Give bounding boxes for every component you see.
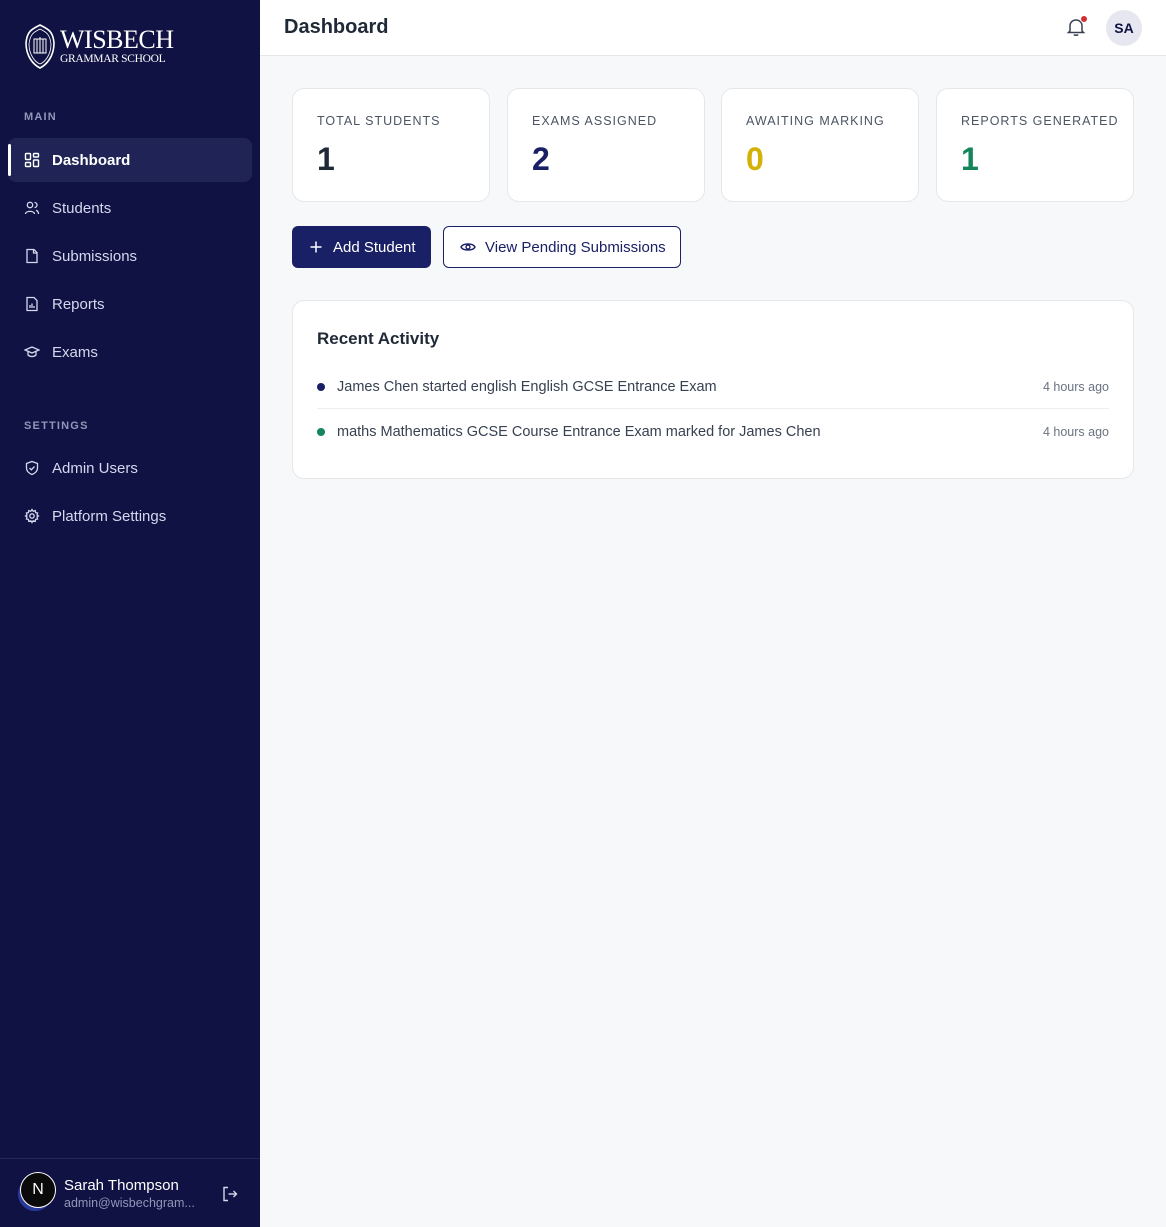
stat-card-exams-assigned: EXAMS ASSIGNED 2 (507, 88, 705, 202)
sidebar-item-admin-users[interactable]: Admin Users (8, 446, 252, 490)
sidebar-item-label: Dashboard (52, 151, 131, 169)
activity-dot (317, 382, 325, 391)
user-profile: N Sarah Thompson admin@wisbechgram... (0, 1158, 260, 1227)
user-avatar[interactable]: N (20, 1172, 56, 1208)
stat-value: 2 (532, 141, 550, 177)
page-title: Dashboard (284, 16, 389, 38)
stat-card-total-students: TOTAL STUDENTS 1 (292, 88, 490, 202)
stat-card-awaiting-marking: AWAITING MARKING 0 (721, 88, 919, 202)
sidebar-item-label: Reports (52, 295, 105, 313)
add-student-button[interactable]: Add Student (292, 226, 431, 268)
sidebar-item-label: Platform Settings (52, 507, 167, 525)
view-pending-submissions-button[interactable]: View Pending Submissions (443, 226, 681, 268)
recent-activity-title: Recent Activity (317, 329, 440, 348)
stat-card-reports-generated: REPORTS GENERATED 1 (936, 88, 1134, 202)
stat-label: REPORTS GENERATED (961, 114, 1119, 128)
add-student-label: Add Student (333, 238, 416, 256)
user-email: admin@wisbechgram... (64, 1196, 195, 1210)
sidebar-item-platform-settings[interactable]: Platform Settings (8, 494, 252, 538)
plus-icon (310, 241, 322, 253)
file-icon (26, 248, 38, 264)
stat-label: EXAMS ASSIGNED (532, 114, 658, 128)
stat-value: 1 (961, 141, 979, 177)
sidebar-item-label: Admin Users (52, 459, 138, 477)
activity-item[interactable]: James Chen started english English GCSE … (317, 365, 1109, 409)
sidebar: WISBECH GRAMMAR SCHOOL MAIN Dashboard St… (0, 0, 260, 1227)
activity-time: 4 hours ago (1042, 379, 1109, 394)
sidebar-item-dashboard[interactable]: Dashboard (8, 138, 252, 182)
activity-item[interactable]: maths Mathematics GCSE Course Entrance E… (317, 410, 1109, 454)
activity-dot (317, 428, 325, 436)
section-label-main: MAIN (24, 111, 57, 123)
sidebar-item-label: Exams (52, 343, 98, 361)
activity-text: James Chen started english English GCSE … (337, 378, 717, 395)
recent-activity-panel: Recent Activity James Chen started engli… (292, 300, 1134, 479)
users-icon (24, 201, 40, 215)
view-pending-label: View Pending Submissions (485, 238, 666, 256)
sidebar-item-label: Students (52, 199, 112, 217)
section-label-settings: SETTINGS (24, 420, 89, 432)
logout-icon[interactable] (221, 1185, 239, 1203)
crest-icon (25, 24, 55, 69)
graduation-cap-icon (24, 346, 40, 358)
sidebar-item-submissions[interactable]: Submissions (8, 234, 252, 278)
sidebar-item-reports[interactable]: Reports (8, 282, 252, 326)
header-avatar[interactable]: SA (1106, 10, 1142, 46)
gear-icon (24, 508, 40, 524)
eye-icon (460, 243, 476, 251)
stat-label: TOTAL STUDENTS (317, 114, 441, 128)
shield-check-icon (25, 460, 39, 476)
dashboard-icon (24, 152, 40, 168)
sidebar-item-exams[interactable]: Exams (8, 330, 252, 374)
sidebar-item-label: Submissions (52, 247, 138, 265)
stat-value: 0 (746, 141, 764, 177)
sidebar-item-students[interactable]: Students (8, 186, 252, 230)
stat-value: 1 (317, 141, 335, 177)
report-icon (26, 296, 38, 312)
school-subtitle: GRAMMAR SCHOOL (60, 52, 166, 65)
user-name: Sarah Thompson (64, 1177, 179, 1194)
stat-label: AWAITING MARKING (746, 114, 885, 128)
activity-time: 4 hours ago (1042, 425, 1109, 439)
school-logo[interactable]: WISBECH GRAMMAR SCHOOL (24, 23, 174, 69)
activity-text: maths Mathematics GCSE Course Entrance E… (337, 424, 821, 440)
notification-dot (1080, 15, 1088, 23)
school-name: WISBECH (60, 24, 174, 54)
top-header: Dashboard SA (260, 0, 1166, 56)
